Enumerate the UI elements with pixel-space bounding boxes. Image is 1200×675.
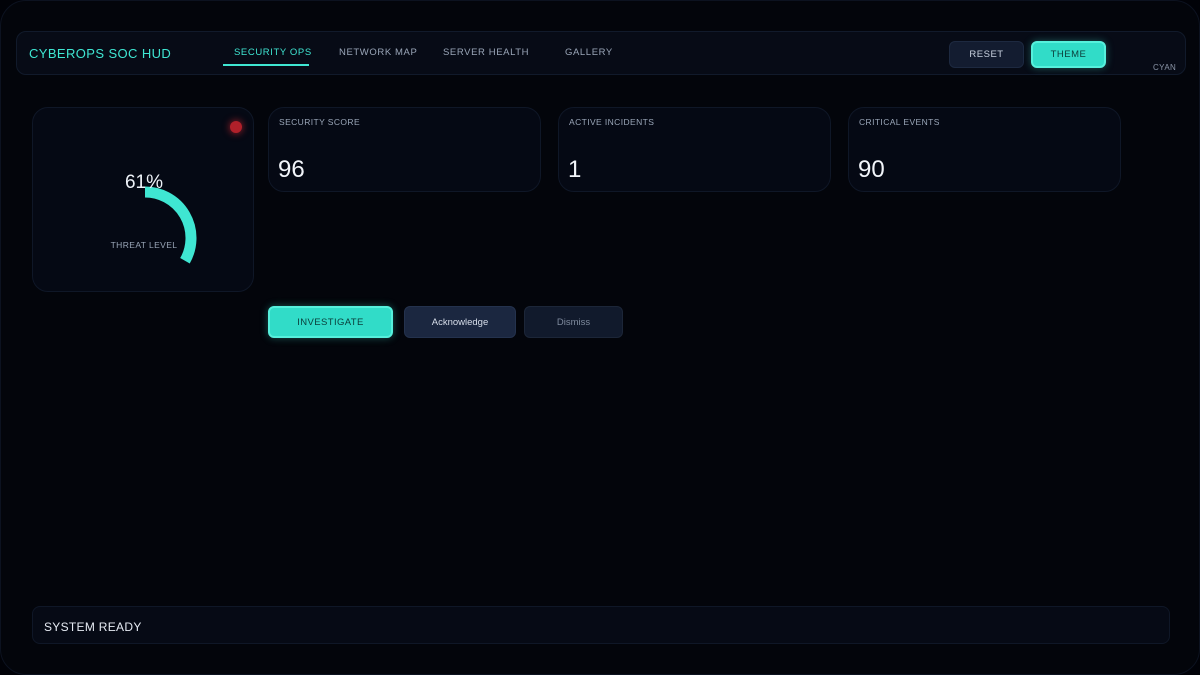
- tab-network-map[interactable]: NETWORK MAP: [339, 47, 417, 58]
- status-message: SYSTEM READY: [44, 620, 142, 634]
- app-window: CYBEROPS SOC HUD SECURITY OPS NETWORK MA…: [0, 0, 1200, 675]
- active-tab-indicator: [223, 64, 309, 66]
- threat-level-card: 61% THREAT LEVEL: [32, 107, 254, 292]
- theme-button[interactable]: THEME: [1031, 41, 1106, 68]
- acknowledge-button[interactable]: Acknowledge: [404, 306, 516, 338]
- status-bar: SYSTEM READY: [32, 606, 1170, 644]
- critical-events-label: CRITICAL EVENTS: [859, 117, 940, 127]
- reset-button[interactable]: RESET: [949, 41, 1024, 68]
- dismiss-button[interactable]: Dismiss: [524, 306, 623, 338]
- active-incidents-card: ACTIVE INCIDENTS 1: [558, 107, 831, 192]
- top-navigation-bar: CYBEROPS SOC HUD SECURITY OPS NETWORK MA…: [16, 31, 1186, 75]
- threat-gauge: [144, 186, 197, 264]
- threat-level-label: THREAT LEVEL: [110, 240, 178, 250]
- security-score-label: SECURITY SCORE: [279, 117, 361, 127]
- theme-name-label: CYAN: [1153, 63, 1177, 72]
- threat-level-value: 61%: [124, 172, 164, 193]
- tab-security-ops[interactable]: SECURITY OPS: [234, 47, 312, 58]
- tab-gallery[interactable]: GALLERY: [565, 47, 613, 58]
- app-title: CYBEROPS SOC HUD: [29, 46, 172, 61]
- critical-events-card: CRITICAL EVENTS 90: [848, 107, 1121, 192]
- tab-server-health[interactable]: SERVER HEALTH: [443, 47, 529, 58]
- active-incidents-label: ACTIVE INCIDENTS: [569, 117, 655, 127]
- investigate-button[interactable]: INVESTIGATE: [268, 306, 393, 338]
- critical-events-value: 90: [858, 156, 885, 183]
- security-score-card: SECURITY SCORE 96: [268, 107, 541, 192]
- security-score-value: 96: [278, 156, 305, 183]
- active-incidents-value: 1: [568, 156, 582, 183]
- threat-gauge-arc: [144, 186, 197, 264]
